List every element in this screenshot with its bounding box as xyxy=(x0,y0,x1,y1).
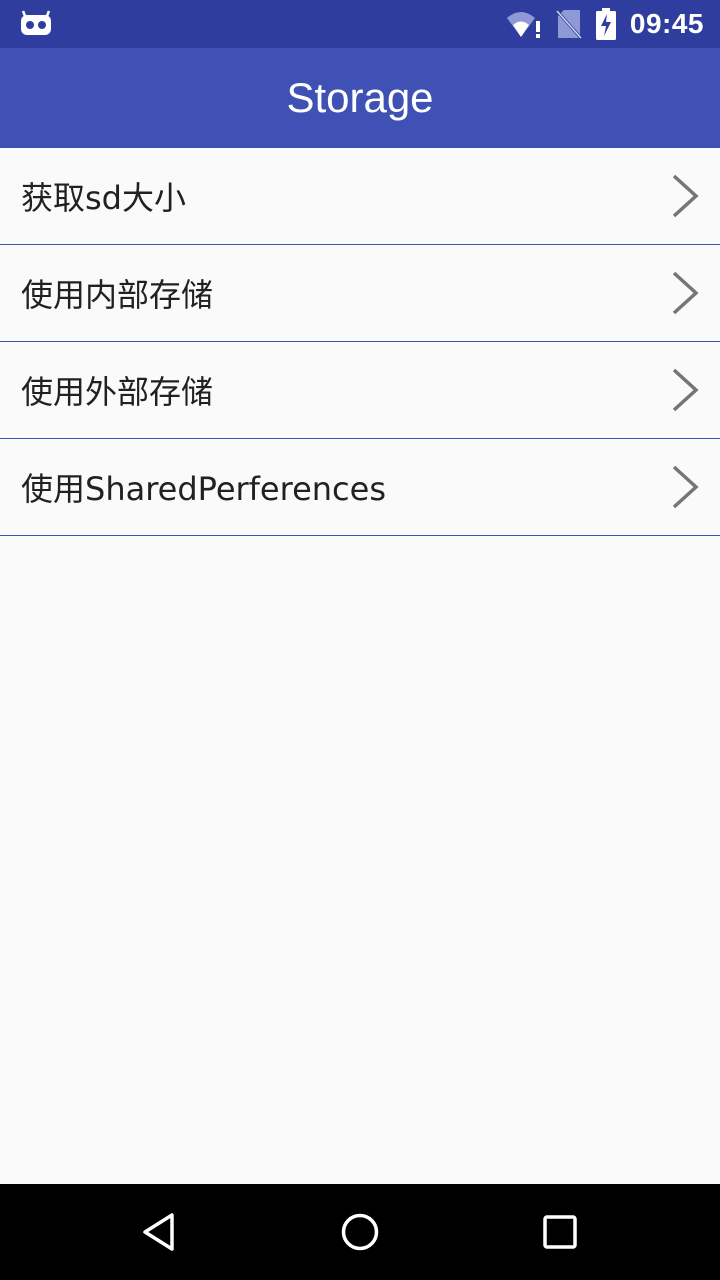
home-icon xyxy=(341,1213,379,1251)
list-item-internal-storage[interactable]: 使用内部存储 xyxy=(0,245,720,342)
status-icons: 09:45 xyxy=(492,0,704,48)
wifi-alert-icon xyxy=(506,12,540,38)
page-title: Storage xyxy=(286,74,434,121)
back-button[interactable] xyxy=(112,1184,208,1280)
list-item-label: 使用SharedPerferences xyxy=(21,470,386,508)
chevron-right-icon xyxy=(672,174,699,218)
debug-bot-icon xyxy=(21,10,51,35)
status-time: 09:45 xyxy=(629,8,704,39)
storage-options-list: 获取sd大小 使用内部存储 使用外部存储 使用SharedPerferences xyxy=(0,148,720,536)
home-button[interactable] xyxy=(312,1184,408,1280)
no-sim-icon xyxy=(555,10,582,39)
system-nav-bar xyxy=(0,1184,720,1280)
list-item-shared-preferences[interactable]: 使用SharedPerferences xyxy=(0,439,720,536)
list-item-label: 使用外部存储 xyxy=(21,373,214,411)
recents-icon xyxy=(543,1215,577,1249)
chevron-right-icon xyxy=(672,465,699,509)
list-item-label: 使用内部存储 xyxy=(21,276,214,314)
list-item-label: 获取sd大小 xyxy=(21,179,186,217)
list-item-external-storage[interactable]: 使用外部存储 xyxy=(0,342,720,439)
status-bar: 09:45 xyxy=(0,0,720,48)
chevron-right-icon xyxy=(672,368,699,412)
app-bar: Storage xyxy=(0,48,720,148)
chevron-right-icon xyxy=(672,271,699,315)
battery-charging-icon xyxy=(595,8,616,40)
recents-button[interactable] xyxy=(512,1184,608,1280)
list-item-sd-size[interactable]: 获取sd大小 xyxy=(0,148,720,245)
back-icon xyxy=(143,1213,174,1251)
